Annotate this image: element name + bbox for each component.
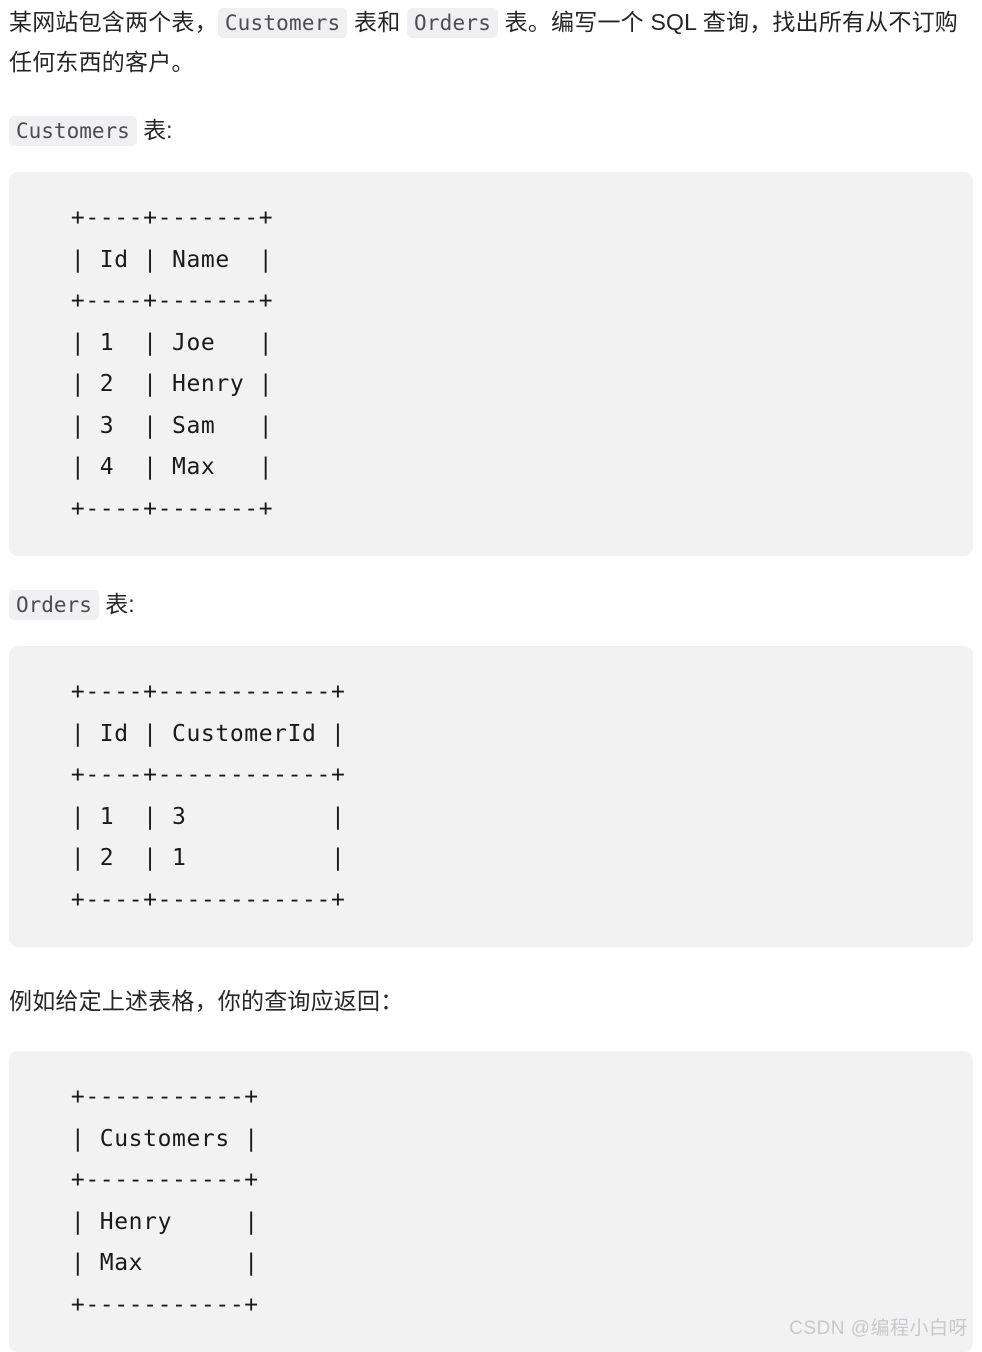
example-paragraph: 例如给定上述表格，你的查询应返回： [9, 988, 404, 1014]
customers-table-code-block: +----+-------+ | Id | Name | +----+-----… [9, 172, 973, 556]
inline-code-orders-label: Orders [9, 590, 99, 620]
orders-label-suffix: 表: [98, 591, 135, 617]
intro-text-between: 表和 [347, 9, 407, 35]
orders-table-code-block: +----+------------+ | Id | CustomerId | … [9, 646, 973, 947]
inline-code-customers-label: Customers [9, 116, 137, 146]
inline-code-orders: Orders [407, 8, 499, 38]
orders-table-label: Orders 表: [9, 586, 973, 622]
inline-code-customers: Customers [217, 8, 348, 38]
intro-paragraph: 某网站包含两个表， Customers 表和 Orders 表。编写一个 SQL … [9, 0, 973, 82]
csdn-watermark: CSDN @编程小白呀 [789, 1318, 968, 1339]
article-content: 某网站包含两个表， Customers 表和 Orders 表。编写一个 SQL … [0, 0, 982, 1352]
expected-output-code-block: +-----------+ | Customers | +-----------… [9, 1051, 973, 1352]
customers-label-suffix: 表: [136, 117, 173, 143]
customers-table-label: Customers 表: [9, 112, 973, 148]
intro-text-before: 某网站包含两个表， [9, 9, 218, 35]
